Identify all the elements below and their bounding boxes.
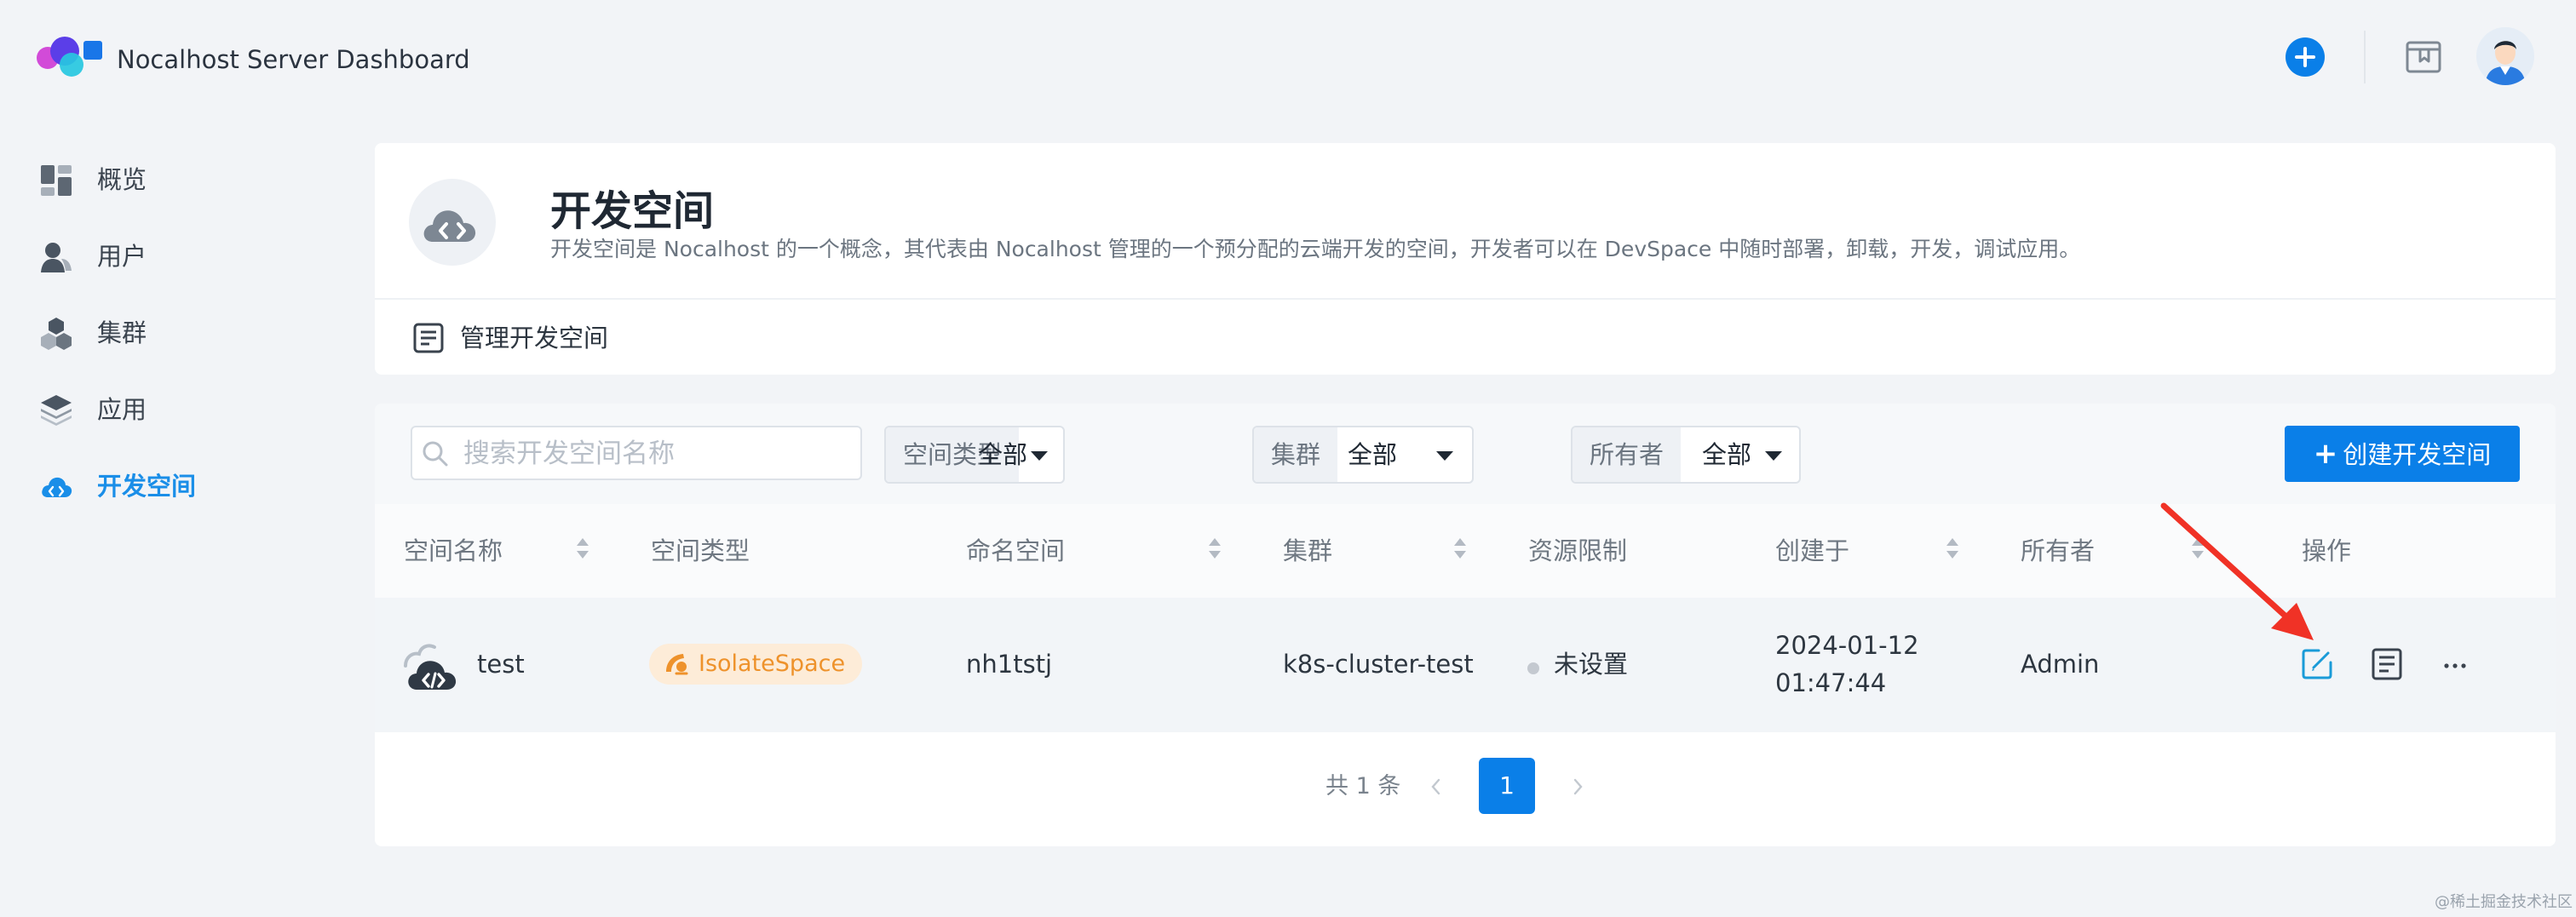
chevron-down-icon [1436, 451, 1453, 461]
app-title: Nocalhost Server Dashboard [117, 45, 470, 74]
isolate-space-icon [663, 650, 690, 677]
cloud-code-icon [400, 640, 462, 693]
sidebar-item-label: 开发空间 [97, 472, 197, 501]
sidebar-item-label: 集群 [97, 318, 147, 347]
column-header-cluster: 集群 [1283, 536, 1333, 565]
devspace-table-card: 空间类型 全部 集群 全部 所有者 全部 +创建开发空间 空间名称 空间类型 命… [375, 404, 2556, 846]
filter-bar: 空间类型 全部 集群 全部 所有者 全部 +创建开发空间 [375, 404, 2556, 504]
created-date: 2024-01-12 [1775, 631, 1919, 660]
pagination-total: 共 1 条 [1325, 773, 1401, 800]
space-type-filter[interactable]: 空间类型 全部 [884, 426, 1065, 484]
cluster-value: k8s-cluster-test [1283, 650, 1474, 679]
resource-limit-value: 未设置 [1554, 650, 1629, 679]
detail-icon[interactable] [2368, 645, 2406, 683]
table-row: test IsolateSpace nh1tstj k8s-cluster-te… [375, 598, 2556, 732]
column-header-space-type: 空间类型 [651, 536, 750, 565]
edit-icon[interactable] [2298, 645, 2336, 683]
created-time: 01:47:44 [1775, 668, 1887, 697]
sort-icon[interactable] [2191, 538, 2205, 562]
sidebar-item-devspace[interactable]: 开发空间 [0, 456, 341, 516]
sidebar-item-label: 用户 [97, 242, 147, 271]
sidebar-item-applications[interactable]: 应用 [0, 380, 341, 439]
create-devspace-label: 创建开发空间 [2343, 440, 2492, 469]
search-input[interactable] [462, 433, 848, 475]
plus-circle-icon[interactable] [2286, 37, 2325, 77]
cluster-icon [39, 317, 73, 351]
sidebar-item-clusters[interactable]: 集群 [0, 303, 341, 363]
cloud-code-icon [39, 470, 73, 504]
column-header-owner: 所有者 [2021, 536, 2096, 565]
owner-filter[interactable]: 所有者 全部 [1571, 426, 1801, 484]
page-number-current[interactable]: 1 [1479, 758, 1535, 814]
chevron-left-icon[interactable] [1424, 775, 1448, 799]
layers-icon [39, 393, 73, 427]
column-header-namespace: 命名空间 [966, 536, 1066, 565]
table-header: 空间名称 空间类型 命名空间 集群 资源限制 创建于 所有者 操作 [375, 504, 2556, 598]
card-divider [375, 298, 2556, 300]
sidebar-item-label: 概览 [97, 165, 147, 194]
cluster-filter[interactable]: 集群 全部 [1252, 426, 1474, 484]
sidebar-item-overview[interactable]: 概览 [0, 150, 341, 209]
sort-icon[interactable] [576, 538, 589, 562]
search-box[interactable] [411, 426, 862, 480]
sidebar-item-label: 应用 [97, 395, 147, 424]
column-header-name: 空间名称 [404, 536, 503, 565]
search-icon [421, 439, 450, 468]
column-header-actions: 操作 [2302, 536, 2352, 565]
user-icon [39, 240, 73, 274]
manage-devspace-tab[interactable]: 管理开发空间 [460, 322, 608, 354]
page-title: 开发空间 [550, 187, 715, 235]
create-devspace-button[interactable]: + 创建开发空间 [2285, 426, 2520, 482]
filter-label: 所有者 [1573, 427, 1682, 482]
document-list-icon [412, 322, 445, 354]
namespace-value: nh1tstj [966, 650, 1053, 679]
filter-label: 集群 [1254, 427, 1338, 482]
space-type-label: IsolateSpace [699, 650, 846, 677]
devspace-name[interactable]: test [477, 647, 525, 681]
top-header: Nocalhost Server Dashboard [0, 0, 2576, 119]
header-divider [2364, 31, 2366, 83]
sort-icon[interactable] [1208, 538, 1222, 562]
chevron-down-icon [1031, 451, 1048, 461]
dashboard-icon [39, 163, 73, 198]
space-type-badge: IsolateSpace [649, 644, 863, 685]
devspace-cloud-icon [409, 179, 496, 266]
user-avatar-icon[interactable] [2476, 27, 2534, 85]
column-header-created-at: 创建于 [1775, 536, 1850, 565]
sort-icon[interactable] [1453, 538, 1467, 562]
chevron-right-icon[interactable] [1566, 775, 1590, 799]
more-icon[interactable] [2436, 645, 2474, 683]
watermark-text: @稀土掘金技术社区 [2435, 893, 2573, 911]
sort-icon[interactable] [1946, 538, 1959, 562]
page-header-card: 开发空间 开发空间是 Nocalhost 的一个概念，其代表由 Nocalhos… [375, 143, 2556, 375]
plus-icon: + [2313, 437, 2338, 471]
nocalhost-logo-icon [34, 34, 107, 82]
page-description: 开发空间是 Nocalhost 的一个概念，其代表由 Nocalhost 管理的… [550, 237, 2081, 261]
filter-value: 全部 [978, 440, 1028, 469]
column-header-resource-limit: 资源限制 [1528, 536, 1628, 565]
owner-value: Admin [2021, 650, 2100, 679]
filter-value: 全部 [1348, 440, 1398, 469]
bookmark-icon[interactable] [2404, 37, 2443, 77]
filter-value: 全部 [1702, 440, 1752, 469]
status-dot [1527, 662, 1539, 674]
sidebar-item-users[interactable]: 用户 [0, 226, 341, 286]
chevron-down-icon [1765, 451, 1782, 461]
pagination: 共 1 条 1 [375, 758, 2556, 817]
